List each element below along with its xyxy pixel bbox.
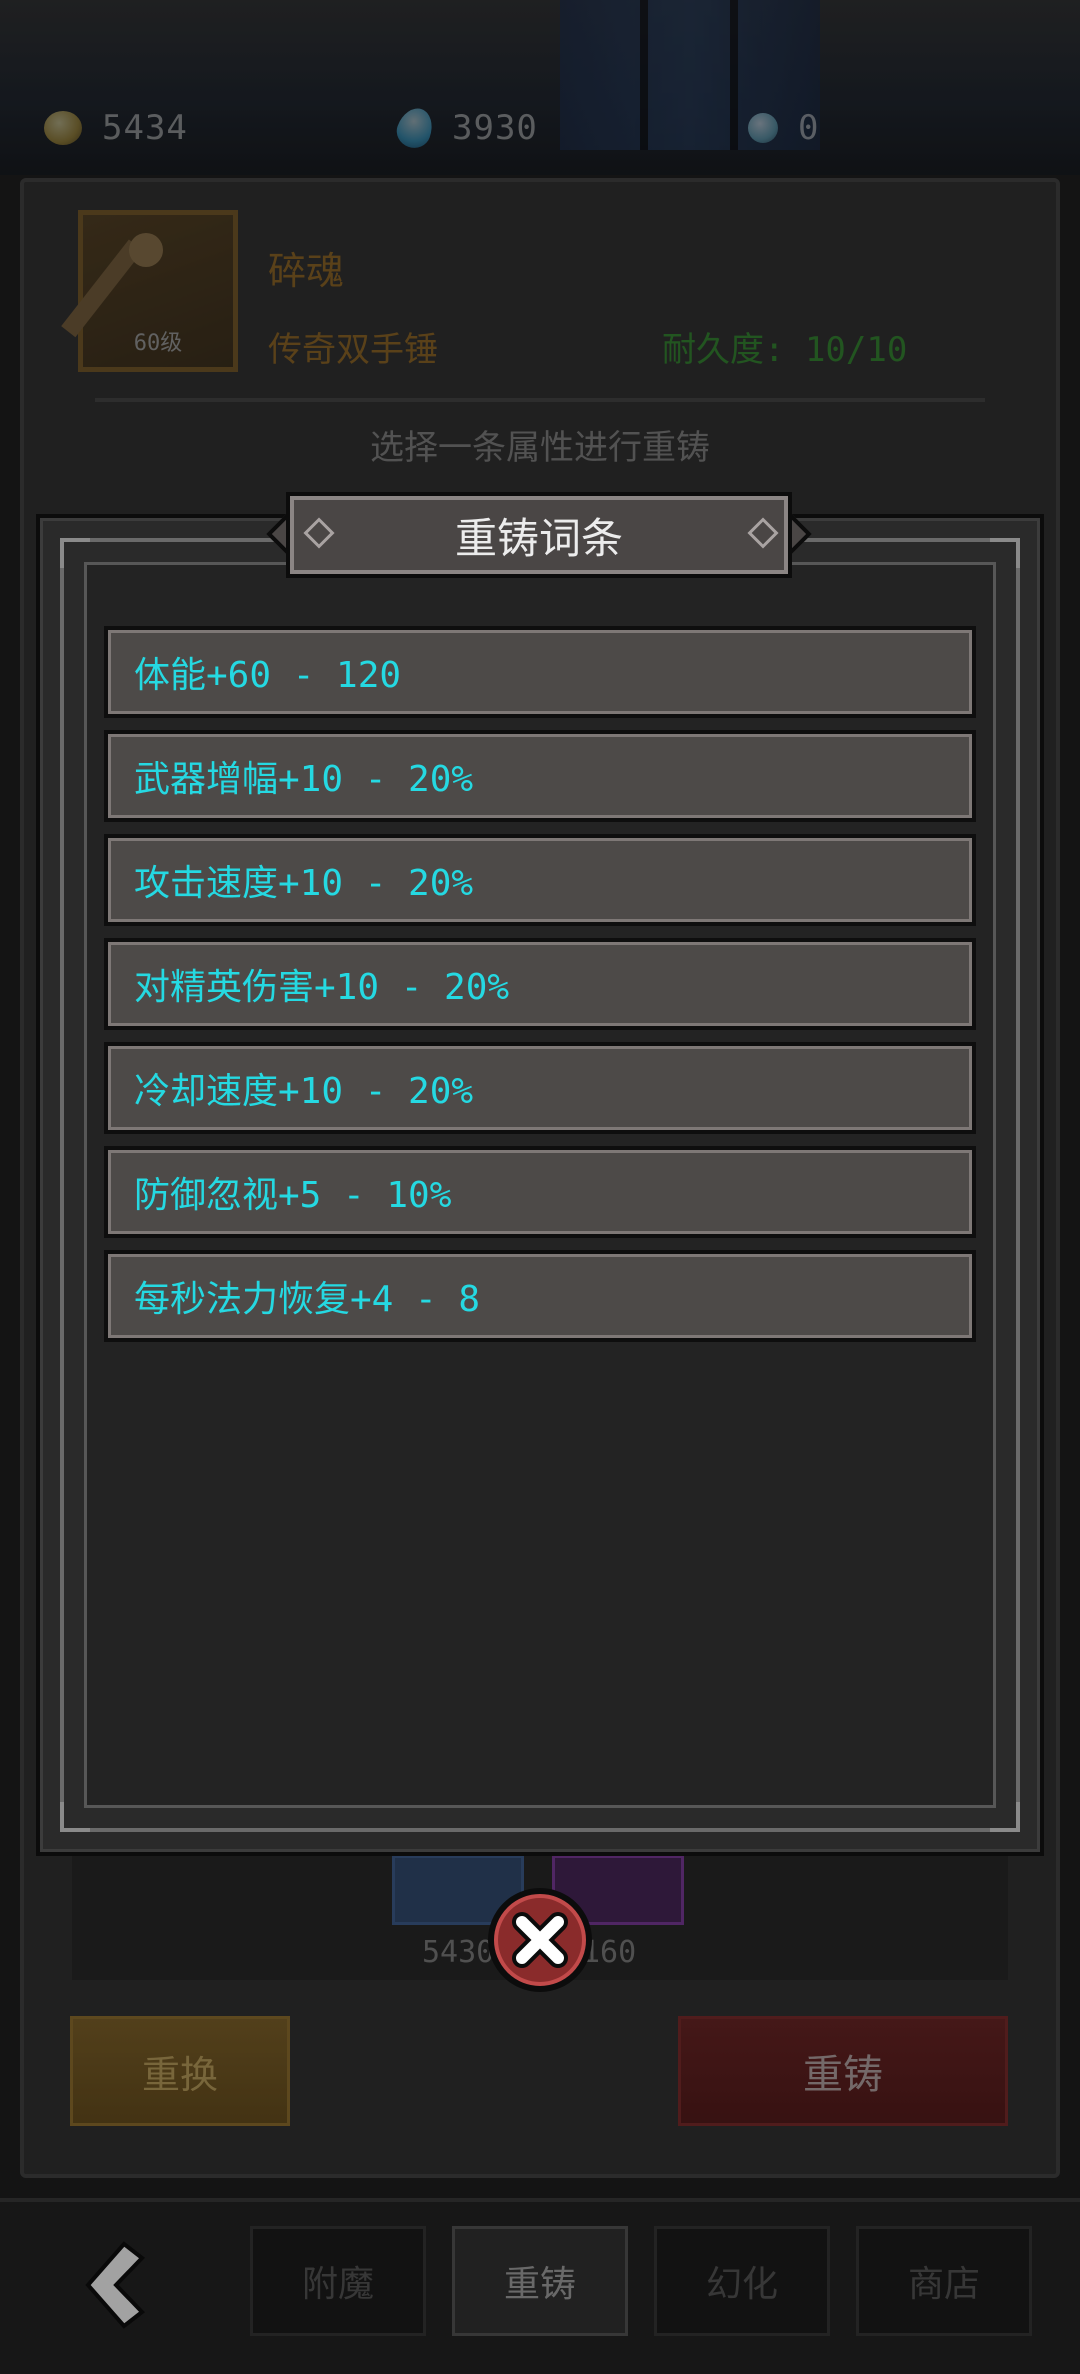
affix-option-stamina[interactable]: 体能+60 - 120 — [104, 626, 976, 718]
affix-option-defense-ignore[interactable]: 防御忽视+5 - 10% — [104, 1146, 976, 1238]
close-button[interactable] — [488, 1888, 592, 1992]
affix-option-list: 体能+60 - 120 武器增幅+10 - 20% 攻击速度+10 - 20% … — [104, 626, 976, 1354]
close-x-icon — [512, 1912, 568, 1968]
affix-option-weapon-boost[interactable]: 武器增幅+10 - 20% — [104, 730, 976, 822]
modal-title: 重铸词条 — [286, 492, 792, 578]
affix-option-mana-regen[interactable]: 每秒法力恢复+4 - 8 — [104, 1250, 976, 1342]
affix-option-attack-speed[interactable]: 攻击速度+10 - 20% — [104, 834, 976, 926]
affix-option-elite-damage[interactable]: 对精英伤害+10 - 20% — [104, 938, 976, 1030]
affix-option-cooldown-speed[interactable]: 冷却速度+10 - 20% — [104, 1042, 976, 1134]
